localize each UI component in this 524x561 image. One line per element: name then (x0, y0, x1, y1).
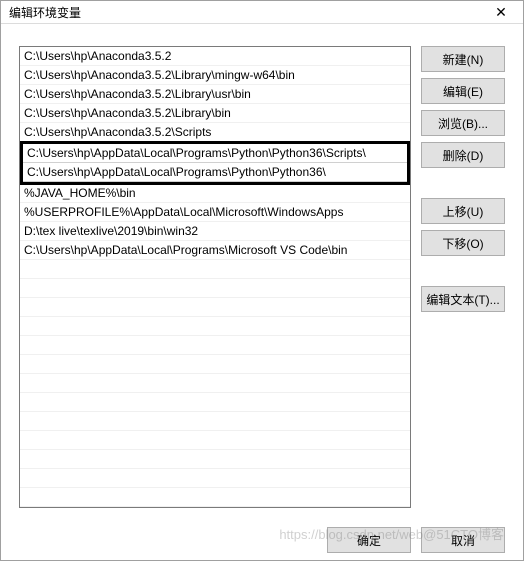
edittext-button[interactable]: 编辑文本(T)... (421, 286, 505, 312)
browse-button[interactable]: 浏览(B)... (421, 110, 505, 136)
edit-button[interactable]: 编辑(E) (421, 78, 505, 104)
window-title: 编辑环境变量 (9, 4, 479, 21)
delete-button[interactable]: 删除(D) (421, 142, 505, 168)
list-item[interactable] (20, 412, 410, 431)
button-sidebar: 新建(N) 编辑(E) 浏览(B)... 删除(D) 上移(U) 下移(O) 编… (421, 46, 505, 508)
list-item[interactable] (20, 336, 410, 355)
cancel-button[interactable]: 取消 (421, 527, 505, 553)
env-var-edit-dialog: 编辑环境变量 ✕ C:\Users\hp\Anaconda3.5.2 C:\Us… (0, 0, 524, 561)
titlebar: 编辑环境变量 ✕ (1, 1, 523, 24)
list-item[interactable]: C:\Users\hp\Anaconda3.5.2\Scripts (20, 123, 410, 142)
path-listbox[interactable]: C:\Users\hp\Anaconda3.5.2 C:\Users\hp\An… (19, 46, 411, 508)
list-item[interactable]: %JAVA_HOME%\bin (20, 184, 410, 203)
list-item[interactable]: C:\Users\hp\Anaconda3.5.2\Library\mingw-… (20, 66, 410, 85)
list-item[interactable]: %USERPROFILE%\AppData\Local\Microsoft\Wi… (20, 203, 410, 222)
list-item[interactable]: C:\Users\hp\AppData\Local\Programs\Micro… (20, 241, 410, 260)
list-item[interactable] (20, 279, 410, 298)
dialog-content: C:\Users\hp\Anaconda3.5.2 C:\Users\hp\An… (1, 24, 523, 520)
spacer (421, 262, 505, 280)
list-item[interactable] (20, 488, 410, 507)
list-item[interactable] (20, 374, 410, 393)
list-item[interactable]: C:\Users\hp\AppData\Local\Programs\Pytho… (23, 163, 407, 182)
list-item[interactable] (20, 431, 410, 450)
list-item[interactable]: D:\tex live\texlive\2019\bin\win32 (20, 222, 410, 241)
list-item[interactable] (20, 260, 410, 279)
list-item[interactable] (20, 317, 410, 336)
list-item[interactable] (20, 469, 410, 488)
movedown-button[interactable]: 下移(O) (421, 230, 505, 256)
spacer (421, 174, 505, 192)
list-item[interactable]: C:\Users\hp\Anaconda3.5.2\Library\bin (20, 104, 410, 123)
dialog-footer: 确定 取消 (1, 520, 523, 560)
list-item[interactable]: C:\Users\hp\Anaconda3.5.2\Library\usr\bi… (20, 85, 410, 104)
new-button[interactable]: 新建(N) (421, 46, 505, 72)
ok-button[interactable]: 确定 (327, 527, 411, 553)
list-item[interactable] (20, 298, 410, 317)
list-item[interactable]: C:\Users\hp\AppData\Local\Programs\Pytho… (23, 144, 407, 163)
list-item[interactable]: C:\Users\hp\Anaconda3.5.2 (20, 47, 410, 66)
list-item[interactable] (20, 393, 410, 412)
list-item[interactable] (20, 355, 410, 374)
annotation-highlight-box: C:\Users\hp\AppData\Local\Programs\Pytho… (20, 141, 410, 185)
close-icon[interactable]: ✕ (479, 1, 523, 23)
list-item[interactable] (20, 450, 410, 469)
moveup-button[interactable]: 上移(U) (421, 198, 505, 224)
